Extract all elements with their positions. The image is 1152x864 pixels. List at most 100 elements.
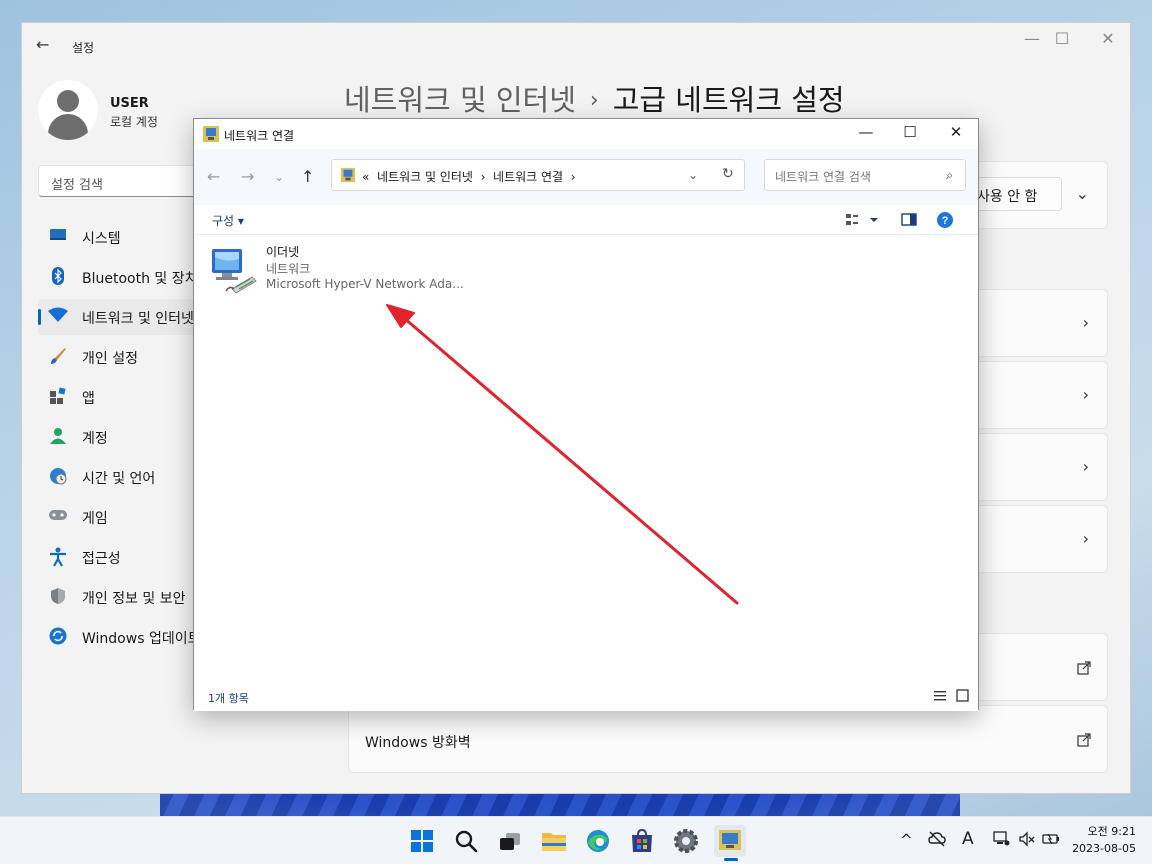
sidebar-item-label: 네트워크 및 인터넷 bbox=[82, 311, 194, 327]
file-explorer-icon bbox=[542, 833, 566, 851]
bluetooth-icon bbox=[48, 267, 68, 287]
file-explorer-button[interactable] bbox=[538, 825, 570, 857]
back-arrow-icon[interactable]: ← bbox=[207, 167, 220, 186]
command-bar: 구성 ▾ ? bbox=[194, 205, 978, 235]
clock-date: 2023-08-05 bbox=[1072, 842, 1136, 855]
chevron-right-icon: › bbox=[1082, 385, 1089, 404]
network-status-icon[interactable] bbox=[992, 831, 1010, 851]
forward-arrow-icon[interactable]: → bbox=[241, 167, 254, 186]
up-arrow-icon[interactable]: ↑ bbox=[301, 167, 314, 186]
clock[interactable]: 오전 9:21 2023-08-05 bbox=[1072, 823, 1136, 857]
edge-button[interactable] bbox=[582, 825, 614, 857]
sidebar-item-label: 앱 bbox=[82, 391, 95, 407]
clock-time: 오전 9:21 bbox=[1087, 825, 1136, 838]
svg-text:?: ? bbox=[942, 215, 949, 227]
system-icon bbox=[48, 227, 68, 247]
chevron-up-icon[interactable]: ^ bbox=[900, 831, 913, 849]
maximize-icon[interactable]: ☐ bbox=[890, 123, 930, 141]
explorer-search-input[interactable]: 네트워크 연결 검색 ⌕ bbox=[764, 159, 966, 191]
account-icon bbox=[48, 427, 68, 447]
address-crumb[interactable]: 네트워크 및 인터넷 bbox=[377, 170, 473, 184]
network-connections-icon bbox=[340, 167, 356, 183]
view-options: ? bbox=[846, 211, 966, 229]
help-icon: ? bbox=[937, 212, 953, 228]
settings-title-bar: ← 설정 — ☐ ✕ bbox=[22, 23, 1130, 67]
refresh-icon[interactable]: ↻ bbox=[722, 166, 734, 182]
battery-icon[interactable] bbox=[1042, 831, 1060, 851]
store-button[interactable] bbox=[626, 825, 658, 857]
brush-icon bbox=[48, 347, 68, 367]
gamepad-icon bbox=[48, 507, 68, 527]
explorer-title-bar: 네트워크 연결 — ☐ ✕ bbox=[194, 119, 978, 149]
close-icon[interactable]: ✕ bbox=[936, 123, 976, 141]
connection-device: Microsoft Hyper-V Network Ada... bbox=[266, 277, 464, 291]
user-name: USER bbox=[110, 96, 149, 111]
back-arrow-icon[interactable]: ← bbox=[36, 35, 49, 54]
update-icon bbox=[48, 627, 68, 647]
status-view-buttons bbox=[934, 689, 970, 703]
avatar[interactable] bbox=[38, 80, 98, 140]
search-icon: ⌕ bbox=[946, 168, 953, 182]
sidebar-item-label: 시스템 bbox=[82, 231, 121, 247]
address-path: « 네트워크 및 인터넷 › 네트워크 연결 › bbox=[362, 170, 576, 184]
sidebar-item-label: 계정 bbox=[82, 431, 108, 447]
address-bar[interactable]: « 네트워크 및 인터넷 › 네트워크 연결 › ⌄ ↻ bbox=[331, 159, 745, 191]
sidebar-item-label: Windows 업데이트 bbox=[82, 631, 201, 647]
taskbar: ^ A 오전 9:21 2023-08-05 bbox=[0, 816, 1152, 864]
cloud-off-icon[interactable] bbox=[928, 831, 946, 851]
network-connections-window: 네트워크 연결 — ☐ ✕ ← → ⌄ ↑ « 네트워크 및 인터넷 › 네트워… bbox=[193, 118, 979, 711]
accessibility-icon bbox=[48, 547, 68, 567]
breadcrumb-parent[interactable]: 네트워크 및 인터넷 bbox=[344, 83, 576, 117]
external-link-icon bbox=[1077, 733, 1091, 747]
organize-menu[interactable]: 구성 ▾ bbox=[212, 212, 244, 229]
volume-muted-icon[interactable] bbox=[1018, 831, 1036, 851]
app-title: 설정 bbox=[72, 41, 95, 55]
edge-icon bbox=[587, 830, 609, 852]
start-icon bbox=[411, 830, 433, 852]
network-connections-icon bbox=[719, 830, 741, 850]
chevron-right-icon: › bbox=[1082, 313, 1089, 332]
firewall-label: Windows 방화벽 bbox=[365, 735, 471, 751]
task-view-icon bbox=[500, 833, 520, 850]
firewall-link-card[interactable]: Windows 방화벽 bbox=[348, 705, 1108, 773]
preview-pane-icon bbox=[901, 213, 917, 226]
large-icons-view-icon bbox=[956, 689, 969, 702]
search-button[interactable] bbox=[450, 825, 482, 857]
settings-icon bbox=[674, 829, 698, 853]
explorer-title: 네트워크 연결 bbox=[224, 129, 295, 143]
apps-icon bbox=[48, 387, 68, 407]
sidebar-item-label: 게임 bbox=[82, 511, 108, 527]
ime-indicator[interactable]: A bbox=[962, 829, 974, 849]
breadcrumb-current: 고급 네트워크 설정 bbox=[612, 83, 845, 117]
network-connections-taskbar-button[interactable] bbox=[714, 825, 746, 861]
status-bar: 1개 항목 bbox=[194, 681, 978, 711]
close-icon[interactable]: ✕ bbox=[1088, 29, 1128, 48]
shield-icon bbox=[48, 587, 68, 607]
minimize-icon[interactable]: — bbox=[846, 123, 886, 141]
search-placeholder: 네트워크 연결 검색 bbox=[775, 170, 871, 184]
recent-locations-icon[interactable]: ⌄ bbox=[274, 170, 284, 184]
chevron-down-icon[interactable]: ⌄ bbox=[1076, 184, 1089, 203]
search-icon bbox=[455, 830, 478, 853]
settings-button[interactable] bbox=[670, 825, 702, 857]
address-dropdown-icon[interactable]: ⌄ bbox=[688, 168, 698, 182]
user-account-type: 로컬 계정 bbox=[110, 115, 158, 129]
task-view-button[interactable] bbox=[494, 825, 526, 857]
sidebar-item-label: Bluetooth 및 장치 bbox=[82, 271, 198, 287]
change-view-icon bbox=[846, 214, 878, 225]
start-button[interactable] bbox=[406, 825, 438, 857]
connections-list: 이더넷 네트워크 Microsoft Hyper-V Network Ada..… bbox=[194, 235, 978, 681]
connection-name: 이더넷 bbox=[266, 245, 300, 259]
address-crumb[interactable]: 네트워크 연결 bbox=[493, 170, 563, 184]
list-item[interactable]: 이더넷 네트워크 Microsoft Hyper-V Network Ada..… bbox=[208, 241, 464, 299]
network-connections-icon bbox=[203, 126, 219, 142]
wifi-icon bbox=[48, 307, 68, 327]
sidebar-item-label: 개인 정보 및 보안 bbox=[82, 591, 186, 607]
details-view-icon bbox=[934, 691, 946, 701]
chevron-right-icon: › bbox=[1082, 457, 1089, 476]
sidebar-item-label: 개인 설정 bbox=[82, 351, 138, 367]
page-title: 네트워크 및 인터넷 › 고급 네트워크 설정 bbox=[344, 77, 845, 119]
connection-type: 네트워크 bbox=[266, 262, 311, 276]
store-icon bbox=[632, 828, 652, 852]
maximize-icon[interactable]: ☐ bbox=[1042, 29, 1082, 48]
